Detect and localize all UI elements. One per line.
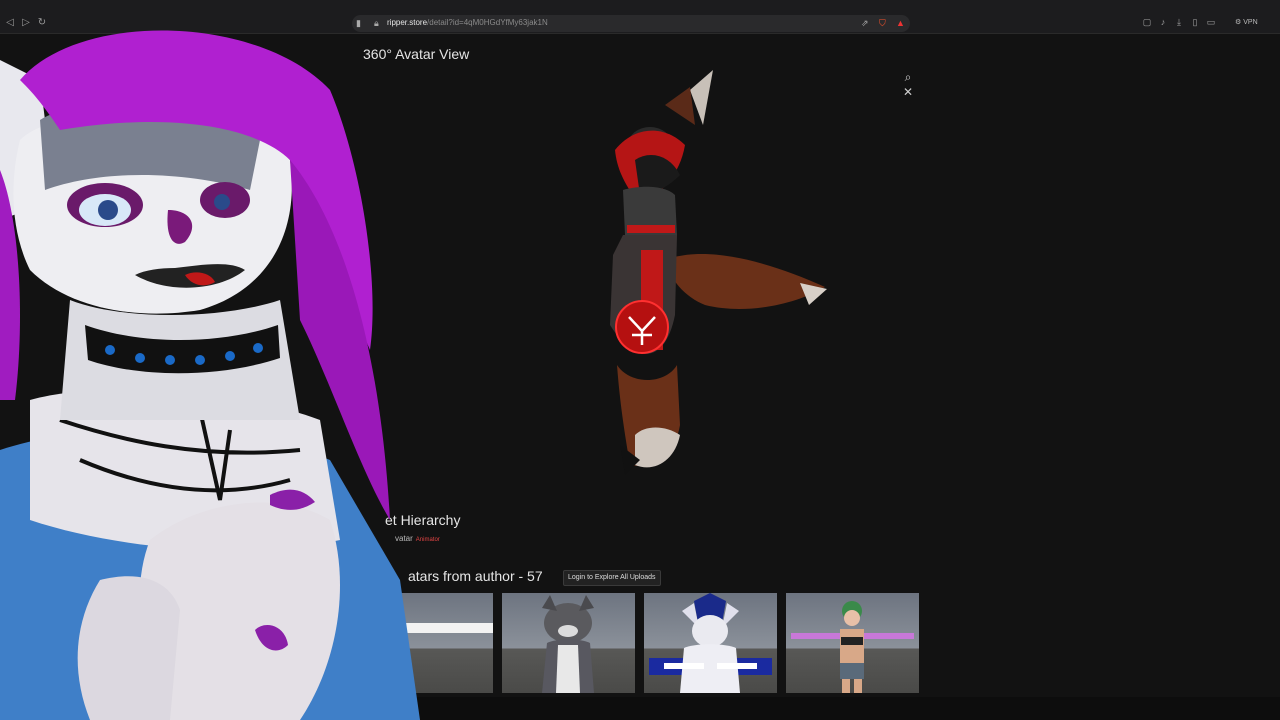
sidebar-icon[interactable]: ▯ <box>1190 17 1200 28</box>
vtuber-overlay <box>0 30 420 720</box>
music-icon[interactable]: ♪ <box>1158 17 1168 28</box>
wallet-icon[interactable]: ▭ <box>1206 17 1216 28</box>
search-icon[interactable]: ⌕ <box>900 70 916 85</box>
toolbar-actions: ▢ ♪ ⤓ ▯ ▭ <box>1142 17 1216 28</box>
login-explore-button[interactable]: Login to Explore All Uploads <box>563 570 661 586</box>
author-avatar-thumbnail[interactable] <box>786 593 919 693</box>
author-avatar-thumbnail[interactable] <box>502 593 635 693</box>
extensions-icon[interactable]: ▢ <box>1142 17 1152 28</box>
vpn-button[interactable]: ⚙ VPN <box>1235 18 1258 26</box>
close-icon[interactable]: ✕ <box>900 85 916 100</box>
brave-shield-icon[interactable]: ⛉ <box>879 18 886 28</box>
download-icon[interactable]: ⤓ <box>1174 17 1184 28</box>
share-icon[interactable]: ⇗ <box>861 18 869 28</box>
avatar-3d-preview[interactable] <box>595 65 835 485</box>
viewer-controls: ⌕ ✕ <box>900 70 916 100</box>
author-avatar-thumbnail[interactable] <box>644 593 777 693</box>
rewards-icon[interactable]: ▲ <box>896 18 905 28</box>
